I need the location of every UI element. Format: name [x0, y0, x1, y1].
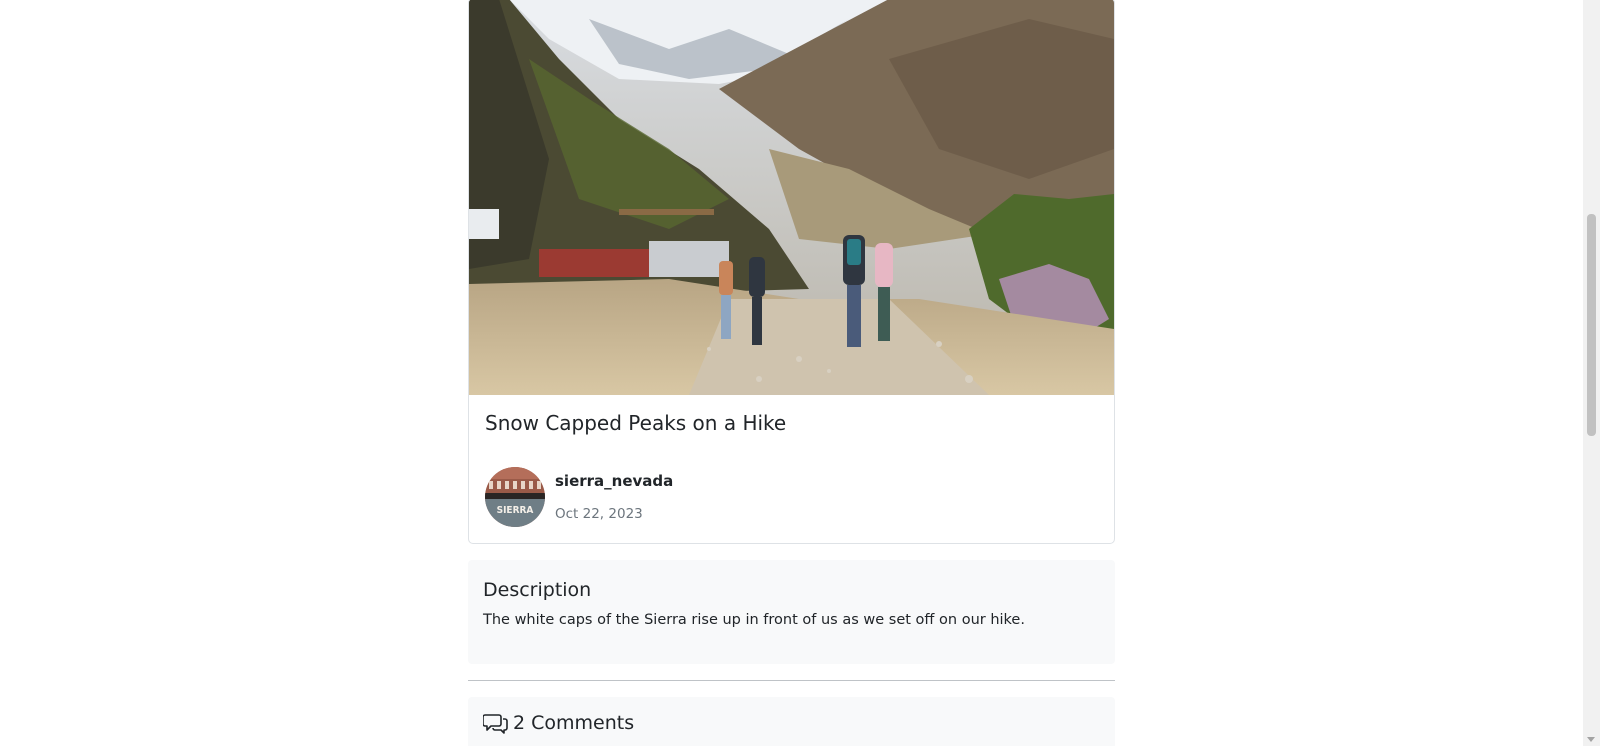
avatar-image: SIERRA	[485, 467, 545, 527]
description-heading: Description	[483, 579, 592, 601]
post-photo[interactable]	[469, 0, 1114, 395]
author-username[interactable]: sierra_nevada	[555, 472, 673, 490]
scroll-down-arrow-icon[interactable]	[1587, 737, 1595, 742]
description-panel: Description The white caps of the Sierra…	[468, 560, 1115, 664]
post-detail-page: Snow Capped Peaks on a Hike SIERRA sierr…	[0, 0, 1600, 746]
section-divider	[468, 680, 1115, 681]
author-avatar[interactable]: SIERRA	[485, 467, 545, 527]
post-date: Oct 22, 2023	[555, 505, 643, 522]
avatar-lettering: SIERRA	[497, 505, 534, 516]
author-block: SIERRA sierra_nevada Oct 22, 2023	[485, 467, 673, 527]
scrollbar-thumb[interactable]	[1587, 214, 1596, 436]
author-meta: sierra_nevada Oct 22, 2023	[555, 472, 673, 523]
post-title: Snow Capped Peaks on a Hike	[485, 411, 787, 435]
post-card: Snow Capped Peaks on a Hike SIERRA sierr…	[468, 0, 1115, 544]
comments-heading: 2 Comments	[483, 711, 1100, 735]
description-text: The white caps of the Sierra rise up in …	[483, 612, 1025, 628]
comments-panel: 2 Comments	[468, 697, 1115, 746]
page-scrollbar[interactable]	[1583, 0, 1600, 746]
comments-count-label: 2 Comments	[513, 712, 635, 734]
chat-bubbles-icon	[483, 714, 508, 734]
